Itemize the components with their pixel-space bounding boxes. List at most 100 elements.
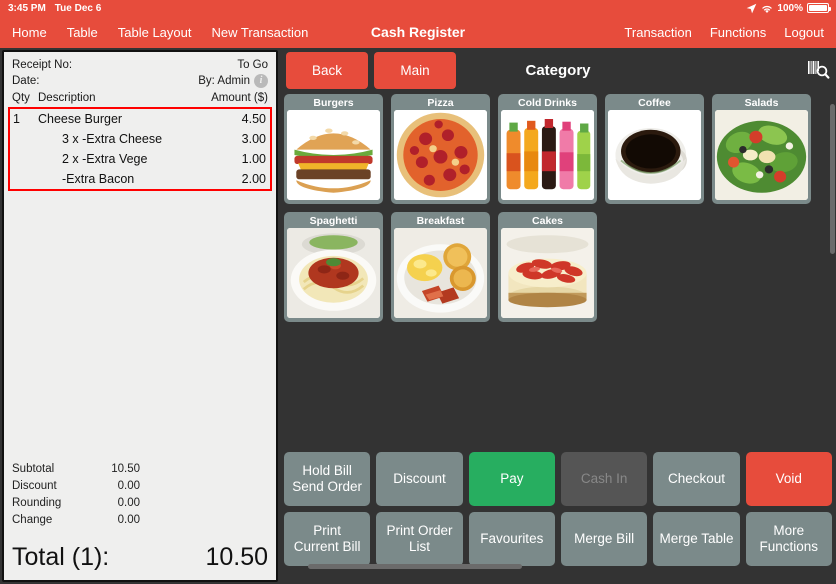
category-grid: Burgers Pizza Cold Drinks Coffee Salads … [280, 92, 836, 454]
discount-button[interactable]: Discount [376, 452, 463, 506]
category-tile-spaghetti[interactable]: Spaghetti [284, 212, 383, 322]
receipt-operator-label: By: Admin [198, 75, 250, 87]
nav-left-group: Home Table Table Layout New Transaction [12, 25, 308, 40]
favourites-button[interactable]: Favourites [468, 512, 555, 566]
discount-value: 0.00 [117, 480, 140, 492]
receipt-item-row[interactable]: 1 Cheese Burger 4.50 [10, 109, 270, 129]
category-tile-cold-drinks[interactable]: Cold Drinks [498, 94, 597, 204]
catalog-toolbar: Back Main Category [280, 48, 836, 92]
merge-table-button[interactable]: Merge Table [653, 512, 740, 566]
receipt-operator-group: By: Admin i [198, 73, 268, 89]
status-bar: 3:45 PM Tue Dec 6 100% [0, 0, 836, 16]
category-tile-cakes[interactable]: Cakes [498, 212, 597, 322]
receipt-panel: Receipt No: To Go Date: By: Admin i Qty … [2, 50, 278, 582]
totals-row: Subtotal 10.50 [12, 461, 140, 478]
action-buttons: Hold Bill Send Order Discount Pay Cash I… [280, 452, 836, 572]
main-button[interactable]: Main [374, 51, 456, 89]
item-description: 3 x -Extra Cheese [62, 132, 163, 146]
column-header-qty: Qty [12, 92, 30, 104]
receipt-item-row[interactable]: 3 x -Extra Cheese 3.00 [10, 129, 270, 149]
order-type-badge: To Go [237, 59, 268, 71]
cake-image [501, 228, 594, 318]
grand-total-row: Total (1): 10.50 [4, 529, 276, 580]
category-tile-pizza[interactable]: Pizza [391, 94, 490, 204]
category-tile-coffee[interactable]: Coffee [605, 94, 704, 204]
receipt-column-headers: Qty Description Amount ($) [4, 89, 276, 107]
discount-label: Discount [12, 480, 57, 492]
category-label: Coffee [638, 97, 671, 109]
category-label: Cold Drinks [518, 97, 577, 109]
nav-item-functions[interactable]: Functions [710, 25, 766, 40]
subtotal-value: 10.50 [111, 463, 140, 475]
grand-total-value: 10.50 [205, 543, 268, 571]
category-label: Cakes [532, 215, 563, 227]
totals-row: Change 0.00 [12, 512, 140, 529]
totals-row: Rounding 0.00 [12, 495, 140, 512]
receipt-items-highlight: 1 Cheese Burger 4.50 3 x -Extra Cheese 3… [8, 107, 272, 191]
void-button[interactable]: Void [745, 452, 832, 506]
column-header-amount: Amount ($) [211, 92, 268, 104]
catalog-panel: Back Main Category Burgers Pizza Cold Dr… [280, 48, 836, 584]
item-amount: 1.00 [241, 152, 266, 166]
nav-bar: Home Table Table Layout New Transaction … [0, 16, 836, 48]
nav-item-home[interactable]: Home [12, 25, 47, 40]
checkout-button[interactable]: Checkout [653, 452, 740, 506]
totals-row: Discount 0.00 [12, 478, 140, 495]
status-right-group: 100% [746, 2, 831, 14]
location-arrow-icon [747, 3, 757, 13]
horizontal-scrollbar[interactable] [308, 564, 522, 569]
drinks-image [501, 110, 594, 200]
nav-item-table[interactable]: Table [67, 25, 98, 40]
battery-icon [807, 3, 831, 13]
coffee-image [608, 110, 701, 200]
burger-image [287, 110, 380, 200]
item-amount: 3.00 [241, 132, 266, 146]
action-row-secondary: Print Current Bill Print Order List Favo… [284, 512, 832, 566]
receipt-item-row[interactable]: 2 x -Extra Vege 1.00 [10, 149, 270, 169]
battery-percent: 100% [777, 2, 803, 14]
change-value: 0.00 [117, 514, 140, 526]
category-tile-burgers[interactable]: Burgers [284, 94, 383, 204]
item-qty: 1 [13, 112, 20, 126]
category-label: Salads [744, 97, 779, 109]
receipt-date-label: Date: [12, 75, 40, 87]
nav-item-logout[interactable]: Logout [784, 25, 824, 40]
rounding-value: 0.00 [117, 497, 140, 509]
receipt-date-row: Date: By: Admin i [12, 73, 268, 89]
print-current-bill-button[interactable]: Print Current Bill [284, 512, 371, 566]
item-description: Cheese Burger [38, 112, 123, 126]
merge-bill-button[interactable]: Merge Bill [560, 512, 648, 566]
item-description: 2 x -Extra Vege [62, 152, 148, 166]
item-amount: 2.00 [241, 172, 266, 186]
hold-bill-send-order-button[interactable]: Hold Bill Send Order [284, 452, 371, 506]
totals-left-column: Subtotal 10.50 Discount 0.00 Rounding 0.… [12, 461, 140, 529]
print-order-list-button[interactable]: Print Order List [376, 512, 463, 566]
column-header-description: Description [38, 92, 96, 104]
barcode-search-icon[interactable] [806, 58, 830, 82]
category-label: Spaghetti [309, 215, 358, 227]
pizza-image [394, 110, 487, 200]
subtotal-label: Subtotal [12, 463, 55, 475]
vertical-scrollbar[interactable] [830, 104, 835, 254]
cash-in-button: Cash In [560, 452, 648, 506]
action-row-primary: Hold Bill Send Order Discount Pay Cash I… [284, 452, 832, 506]
receipt-item-row[interactable]: -Extra Bacon 2.00 [10, 169, 270, 189]
pay-button[interactable]: Pay [468, 452, 555, 506]
category-tile-breakfast[interactable]: Breakfast [391, 212, 490, 322]
spaghetti-image [287, 228, 380, 318]
salad-image [715, 110, 808, 200]
more-functions-button[interactable]: More Functions [745, 512, 832, 566]
nav-item-table-layout[interactable]: Table Layout [118, 25, 192, 40]
category-label: Burgers [313, 97, 354, 109]
receipt-no-row: Receipt No: To Go [12, 57, 268, 73]
nav-item-new-transaction[interactable]: New Transaction [212, 25, 309, 40]
pos-app: 3:45 PM Tue Dec 6 100% Home Table Table … [0, 0, 836, 584]
nav-item-transaction[interactable]: Transaction [624, 25, 691, 40]
receipt-no-label: Receipt No: [12, 59, 73, 71]
nav-right-group: Transaction Functions Logout [624, 25, 824, 40]
info-icon[interactable]: i [254, 74, 268, 88]
category-tile-salads[interactable]: Salads [712, 94, 811, 204]
back-button[interactable]: Back [286, 51, 368, 89]
receipt-totals: Subtotal 10.50 Discount 0.00 Rounding 0.… [4, 459, 276, 529]
status-date: Tue Dec 6 [54, 2, 102, 14]
